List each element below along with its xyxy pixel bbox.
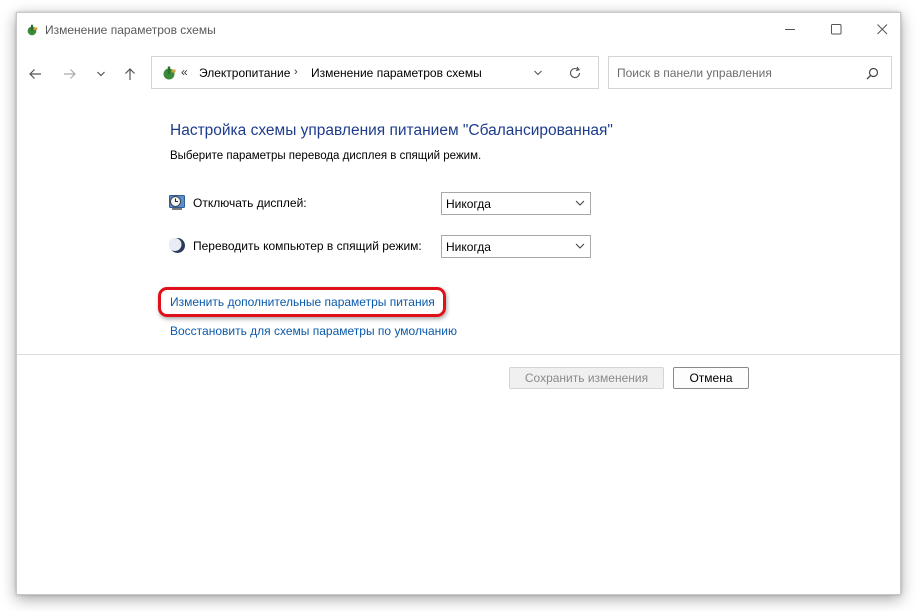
power-options-icon bbox=[163, 66, 176, 80]
search-icon bbox=[866, 67, 878, 79]
turn-off-display-value: Никогда bbox=[446, 197, 491, 211]
sleep-moon-icon bbox=[169, 238, 185, 253]
search-input[interactable] bbox=[617, 64, 857, 82]
restore-defaults-link[interactable]: Восстановить для схемы параметры по умол… bbox=[170, 324, 457, 338]
forward-button[interactable] bbox=[58, 62, 82, 86]
arrow-left-icon bbox=[29, 69, 41, 79]
display-timer-icon bbox=[169, 195, 185, 210]
breadcrumb-overflow[interactable]: « bbox=[181, 65, 188, 79]
minimize-icon bbox=[784, 28, 795, 30]
control-panel-window: Изменение параметров схемы « Электропита… bbox=[16, 12, 901, 595]
divider bbox=[17, 354, 900, 355]
breadcrumb-power-options[interactable]: Электропитание bbox=[199, 66, 290, 80]
window-title: Изменение параметров схемы bbox=[45, 23, 216, 37]
arrow-up-icon bbox=[125, 68, 135, 80]
minimize-button[interactable] bbox=[767, 13, 813, 45]
arrow-right-icon bbox=[64, 69, 76, 79]
advanced-power-settings-link[interactable]: Изменить дополнительные параметры питани… bbox=[170, 295, 435, 309]
breadcrumb-edit-plan[interactable]: Изменение параметров схемы bbox=[311, 66, 482, 80]
save-button[interactable]: Сохранить изменения bbox=[509, 367, 664, 389]
maximize-button[interactable] bbox=[813, 13, 859, 45]
chevron-down-icon bbox=[534, 70, 542, 76]
refresh-icon bbox=[569, 66, 581, 79]
close-button[interactable] bbox=[859, 13, 905, 45]
power-options-icon bbox=[27, 24, 38, 36]
title-bar: Изменение параметров схемы bbox=[17, 13, 900, 47]
maximize-icon bbox=[830, 23, 841, 34]
address-dropdown-button[interactable] bbox=[530, 65, 546, 81]
address-bar[interactable]: « Электропитание › Изменение параметров … bbox=[151, 56, 599, 89]
turn-off-display-label: Отключать дисплей: bbox=[193, 196, 307, 210]
chevron-down-icon bbox=[575, 243, 585, 249]
page-title: Настройка схемы управления питанием "Сба… bbox=[170, 122, 613, 139]
recent-locations-button[interactable] bbox=[89, 62, 113, 86]
sleep-computer-select[interactable]: Никогда bbox=[441, 235, 591, 258]
up-button[interactable] bbox=[118, 62, 142, 86]
back-button[interactable] bbox=[23, 62, 47, 86]
breadcrumb-separator[interactable]: › bbox=[294, 66, 298, 78]
sleep-computer-value: Никогда bbox=[446, 240, 491, 254]
sleep-computer-label: Переводить компьютер в спящий режим: bbox=[193, 239, 422, 253]
search-button[interactable] bbox=[864, 65, 880, 81]
cancel-button[interactable]: Отмена bbox=[673, 367, 749, 389]
page-subtitle: Выберите параметры перевода дисплея в сп… bbox=[170, 150, 482, 162]
chevron-down-icon bbox=[575, 200, 585, 206]
search-box[interactable] bbox=[608, 56, 892, 89]
turn-off-display-select[interactable]: Никогда bbox=[441, 192, 591, 215]
close-icon bbox=[876, 23, 887, 34]
refresh-button[interactable] bbox=[567, 65, 583, 81]
chevron-down-icon bbox=[97, 71, 105, 77]
